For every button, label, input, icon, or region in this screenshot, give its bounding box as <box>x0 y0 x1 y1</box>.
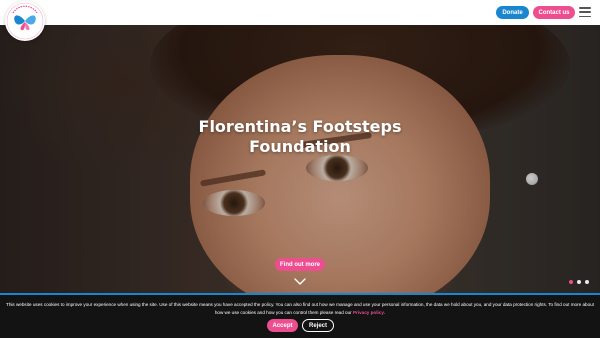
logo[interactable] <box>5 1 45 41</box>
reject-cookies-button[interactable]: Reject <box>302 319 334 332</box>
hero-title-line-1: Florentina’s Footsteps <box>198 117 402 136</box>
cookie-message: This website uses cookies to improve you… <box>6 301 594 317</box>
slider-dots <box>569 280 589 284</box>
butterfly-logo-icon <box>6 2 44 40</box>
hero-title: Florentina’s Footsteps Foundation <box>150 117 450 157</box>
cookie-message-end: . <box>383 310 386 315</box>
hero-banner: Florentina’s Footsteps Foundation Find o… <box>0 25 600 293</box>
slide-dot-3[interactable] <box>585 280 589 284</box>
contact-us-button[interactable]: Contact us <box>533 6 575 19</box>
privacy-policy-link[interactable]: Privacy policy <box>353 310 384 315</box>
cookie-banner: This website uses cookies to improve you… <box>0 293 600 338</box>
accept-cookies-button[interactable]: Accept <box>267 319 298 332</box>
chevron-down-icon[interactable] <box>294 278 306 285</box>
site-header: Donate Contact us <box>0 0 600 41</box>
hamburger-icon[interactable] <box>579 7 591 17</box>
cookie-message-text: This website uses cookies to improve you… <box>6 302 594 315</box>
find-out-more-button[interactable]: Find out more <box>275 258 325 271</box>
slide-dot-2[interactable] <box>577 280 581 284</box>
hero-title-line-2: Foundation <box>249 137 351 156</box>
donate-button[interactable]: Donate <box>496 6 529 19</box>
slide-dot-1[interactable] <box>569 280 573 284</box>
